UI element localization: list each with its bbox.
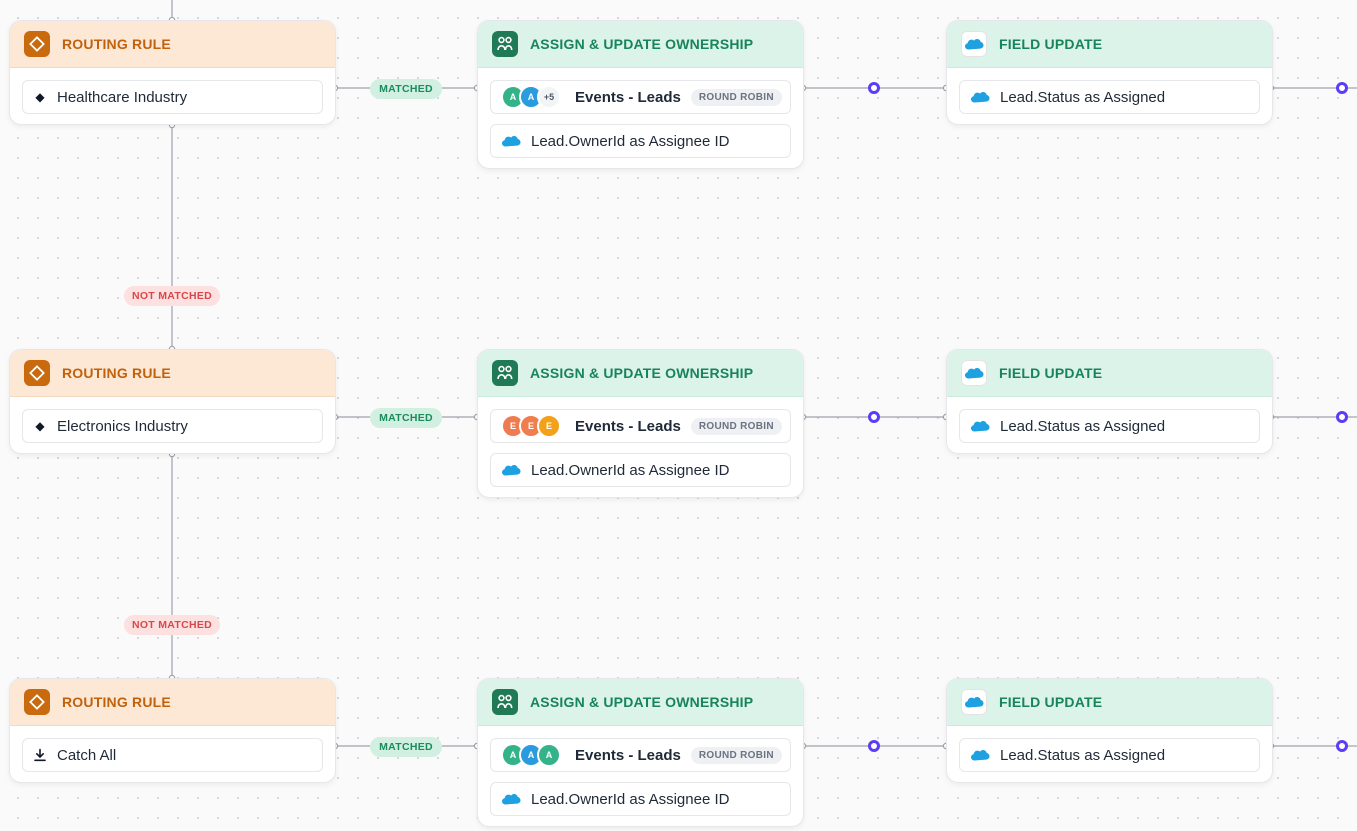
- routing-rule-card[interactable]: ROUTING RULE Catch All: [9, 678, 336, 783]
- owner-update-row[interactable]: Lead.OwnerId as Assignee ID: [490, 782, 791, 816]
- routing-diamond-icon: [24, 31, 50, 57]
- field-update-header: FIELD UPDATE: [947, 21, 1272, 68]
- routing-diamond-icon: [24, 360, 50, 386]
- routing-condition-label: Electronics Industry: [57, 417, 188, 435]
- owner-update-row[interactable]: Lead.OwnerId as Assignee ID: [490, 453, 791, 487]
- add-node-endpoint: [868, 740, 880, 752]
- add-node-endpoint: [868, 82, 880, 94]
- assign-ownership-card[interactable]: ASSIGN & UPDATE OWNERSHIP A A A Events -…: [477, 678, 804, 827]
- field-update-card[interactable]: FIELD UPDATE Lead.Status as Assigned: [946, 678, 1273, 783]
- assign-ownership-title: ASSIGN & UPDATE OWNERSHIP: [530, 694, 754, 710]
- avatar: A: [537, 743, 561, 767]
- owner-update-label: Lead.OwnerId as Assignee ID: [531, 132, 730, 150]
- salesforce-icon: [961, 689, 987, 715]
- event-name: Events - Leads: [575, 88, 681, 106]
- routing-condition[interactable]: Catch All: [22, 738, 323, 772]
- routing-condition[interactable]: ◆ Healthcare Industry: [22, 80, 323, 114]
- routing-diamond-icon: [24, 689, 50, 715]
- assign-ownership-header: ASSIGN & UPDATE OWNERSHIP: [478, 350, 803, 397]
- assignee-avatars: E E E: [501, 414, 561, 438]
- routing-rule-title: ROUTING RULE: [62, 694, 171, 710]
- assignee-avatars: A A A: [501, 743, 561, 767]
- field-update-title: FIELD UPDATE: [999, 365, 1103, 381]
- add-node-endpoint: [1336, 740, 1348, 752]
- owner-update-label: Lead.OwnerId as Assignee ID: [531, 461, 730, 479]
- assign-ownership-title: ASSIGN & UPDATE OWNERSHIP: [530, 365, 754, 381]
- field-update-row[interactable]: Lead.Status as Assigned: [959, 80, 1260, 114]
- field-update-title: FIELD UPDATE: [999, 36, 1103, 52]
- field-update-label: Lead.Status as Assigned: [1000, 746, 1166, 764]
- diamond-icon: ◆: [35, 419, 45, 433]
- routing-rule-header: ROUTING RULE: [10, 350, 335, 397]
- assign-ownership-header: ASSIGN & UPDATE OWNERSHIP: [478, 21, 803, 68]
- not-matched-label: NOT MATCHED: [131, 290, 213, 302]
- field-update-label: Lead.Status as Assigned: [1000, 88, 1166, 106]
- field-update-header: FIELD UPDATE: [947, 350, 1272, 397]
- add-node-endpoint: [868, 411, 880, 423]
- matched-label: MATCHED: [379, 412, 433, 424]
- assignee-avatars: A A +5: [501, 85, 561, 109]
- salesforce-icon: [961, 360, 987, 386]
- salesforce-cloud-icon: [971, 421, 990, 432]
- routing-condition[interactable]: ◆ Electronics Industry: [22, 409, 323, 443]
- not-matched-badge: NOT MATCHED: [124, 615, 220, 635]
- not-matched-label: NOT MATCHED: [131, 619, 213, 631]
- routing-rule-header: ROUTING RULE: [10, 679, 335, 726]
- assign-ownership-header: ASSIGN & UPDATE OWNERSHIP: [478, 679, 803, 726]
- round-robin-badge: ROUND ROBIN: [690, 417, 782, 435]
- assign-ownership-card[interactable]: ASSIGN & UPDATE OWNERSHIP E E E Events -…: [477, 349, 804, 498]
- round-robin-badge: ROUND ROBIN: [690, 746, 782, 764]
- field-update-card[interactable]: FIELD UPDATE Lead.Status as Assigned: [946, 20, 1273, 125]
- field-update-header: FIELD UPDATE: [947, 679, 1272, 726]
- add-node-endpoint: [1336, 411, 1348, 423]
- download-icon: [34, 748, 46, 762]
- salesforce-cloud-icon: [502, 794, 521, 805]
- salesforce-cloud-icon: [502, 465, 521, 476]
- routing-rule-title: ROUTING RULE: [62, 36, 171, 52]
- event-name: Events - Leads: [575, 417, 681, 435]
- workflow-canvas[interactable]: ROUTING RULE ◆ Healthcare Industry MATCH…: [0, 0, 1357, 831]
- routing-rule-card[interactable]: ROUTING RULE ◆ Electronics Industry: [9, 349, 336, 454]
- assign-ownership-title: ASSIGN & UPDATE OWNERSHIP: [530, 36, 754, 52]
- owner-update-row[interactable]: Lead.OwnerId as Assignee ID: [490, 124, 791, 158]
- salesforce-icon: [961, 31, 987, 57]
- routing-condition-label: Healthcare Industry: [57, 88, 188, 106]
- matched-label: MATCHED: [379, 83, 433, 95]
- add-node-endpoint: [1336, 82, 1348, 94]
- routing-rule-header: ROUTING RULE: [10, 21, 335, 68]
- assign-ownership-card[interactable]: ASSIGN & UPDATE OWNERSHIP A A +5 Events …: [477, 20, 804, 169]
- matched-badge: MATCHED: [370, 79, 442, 99]
- more-assignees-count: +5: [537, 85, 561, 109]
- field-update-card[interactable]: FIELD UPDATE Lead.Status as Assigned: [946, 349, 1273, 454]
- users-icon: [492, 360, 518, 386]
- assignment-pool-row[interactable]: E E E Events - Leads ROUND ROBIN: [490, 409, 791, 443]
- field-update-title: FIELD UPDATE: [999, 694, 1103, 710]
- routing-rule-card[interactable]: ROUTING RULE ◆ Healthcare Industry: [9, 20, 336, 125]
- owner-update-label: Lead.OwnerId as Assignee ID: [531, 790, 730, 808]
- avatar: E: [537, 414, 561, 438]
- routing-rule-title: ROUTING RULE: [62, 365, 171, 381]
- salesforce-cloud-icon: [971, 92, 990, 103]
- matched-label: MATCHED: [379, 741, 433, 753]
- users-icon: [492, 689, 518, 715]
- routing-condition-label: Catch All: [57, 746, 117, 764]
- matched-badge: MATCHED: [370, 737, 442, 757]
- users-icon: [492, 31, 518, 57]
- diamond-icon: ◆: [35, 90, 45, 104]
- matched-badge: MATCHED: [370, 408, 442, 428]
- round-robin-badge: ROUND ROBIN: [690, 88, 782, 106]
- assignment-pool-row[interactable]: A A A Events - Leads ROUND ROBIN: [490, 738, 791, 772]
- event-name: Events - Leads: [575, 746, 681, 764]
- salesforce-cloud-icon: [971, 750, 990, 761]
- assignment-pool-row[interactable]: A A +5 Events - Leads ROUND ROBIN: [490, 80, 791, 114]
- not-matched-badge: NOT MATCHED: [124, 286, 220, 306]
- salesforce-cloud-icon: [502, 136, 521, 147]
- field-update-row[interactable]: Lead.Status as Assigned: [959, 409, 1260, 443]
- field-update-row[interactable]: Lead.Status as Assigned: [959, 738, 1260, 772]
- field-update-label: Lead.Status as Assigned: [1000, 417, 1166, 435]
